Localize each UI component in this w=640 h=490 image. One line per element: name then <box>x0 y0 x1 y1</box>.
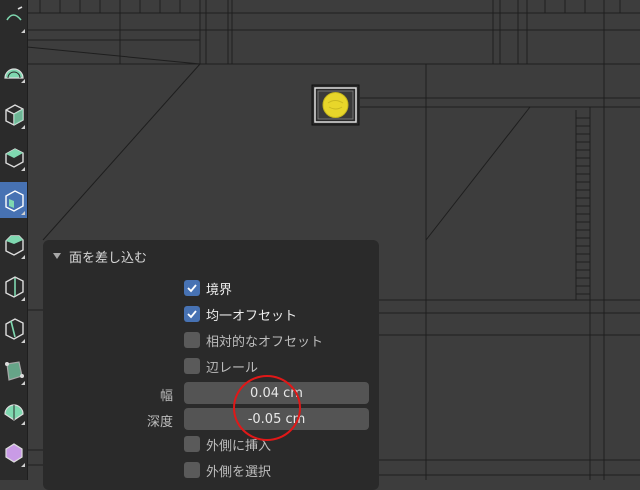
smooth-icon <box>3 440 25 464</box>
option-label: 辺レール <box>206 360 259 376</box>
submenu-corner <box>21 125 25 129</box>
option-label: 境界 <box>206 282 233 298</box>
panel-title: 面を差し込む <box>69 250 148 266</box>
tool-add-cube[interactable] <box>0 96 27 132</box>
tool-poly-build[interactable] <box>0 352 27 388</box>
checkbox-select-outer[interactable] <box>184 462 200 478</box>
tool-extrude-region[interactable] <box>0 138 27 174</box>
submenu-corner <box>21 339 25 343</box>
tool-knife[interactable] <box>0 310 27 346</box>
adjust-last-operation-panel: 面を差し込む 境界 均一オフセット 相対的なオフセット 辺レール 幅 0.04 … <box>43 240 379 490</box>
option-outset[interactable]: 外側に挿入 <box>184 435 272 454</box>
option-edge-rail[interactable]: 辺レール <box>184 357 259 376</box>
option-label: 外側に挿入 <box>206 438 272 454</box>
panel-header[interactable]: 面を差し込む <box>53 247 148 266</box>
submenu-corner <box>21 297 25 301</box>
collapse-triangle-icon[interactable] <box>53 253 61 259</box>
knife-icon <box>3 316 25 340</box>
submenu-corner <box>21 255 25 259</box>
tool-spin[interactable] <box>0 392 27 428</box>
submenu-corner <box>21 211 25 215</box>
thickness-value: 0.04 cm <box>250 385 303 401</box>
submenu-corner <box>21 421 25 425</box>
loop-cut-icon <box>3 274 25 298</box>
tool-smooth[interactable] <box>0 434 27 470</box>
selected-face[interactable] <box>311 84 360 126</box>
add-cube-icon <box>3 102 25 126</box>
measure-icon <box>3 56 25 80</box>
thickness-label: 幅 <box>159 389 173 404</box>
checkbox-relative-offset[interactable] <box>184 332 200 348</box>
extrude-region-icon <box>3 144 25 168</box>
option-boundary[interactable]: 境界 <box>184 279 233 298</box>
submenu-corner <box>21 381 25 385</box>
spin-icon <box>3 398 25 422</box>
tool-inset-faces[interactable] <box>0 182 27 218</box>
poly-build-icon <box>3 358 25 382</box>
option-label: 均一オフセット <box>206 308 298 324</box>
submenu-corner <box>21 463 25 467</box>
depth-value: -0.05 cm <box>247 411 306 427</box>
option-even-offset[interactable]: 均一オフセット <box>184 305 298 324</box>
submenu-corner <box>21 167 25 171</box>
submenu-corner <box>21 29 25 33</box>
depth-label: 深度 <box>146 415 173 430</box>
tool-bevel[interactable] <box>0 226 27 262</box>
checkbox-boundary[interactable] <box>184 280 200 296</box>
annotate-icon <box>3 6 25 30</box>
depth-field[interactable]: -0.05 cm <box>184 408 369 430</box>
checkbox-edge-rail[interactable] <box>184 358 200 374</box>
tool-measure[interactable] <box>0 50 27 86</box>
checkbox-outset[interactable] <box>184 436 200 452</box>
tool-annotate[interactable] <box>0 0 27 36</box>
submenu-corner <box>21 79 25 83</box>
checkmark-icon <box>187 284 197 293</box>
option-label: 外側を選択 <box>206 464 272 480</box>
thickness-field[interactable]: 0.04 cm <box>184 382 369 404</box>
option-relative-offset[interactable]: 相対的なオフセット <box>184 331 324 350</box>
bevel-icon <box>3 232 25 256</box>
tool-loop-cut[interactable] <box>0 268 27 304</box>
option-select-outer[interactable]: 外側を選択 <box>184 461 272 480</box>
checkmark-icon <box>187 310 197 319</box>
checkbox-even-offset[interactable] <box>184 306 200 322</box>
inset-faces-icon <box>3 188 25 212</box>
option-label: 相対的なオフセット <box>206 334 324 350</box>
tool-strip <box>0 0 28 480</box>
